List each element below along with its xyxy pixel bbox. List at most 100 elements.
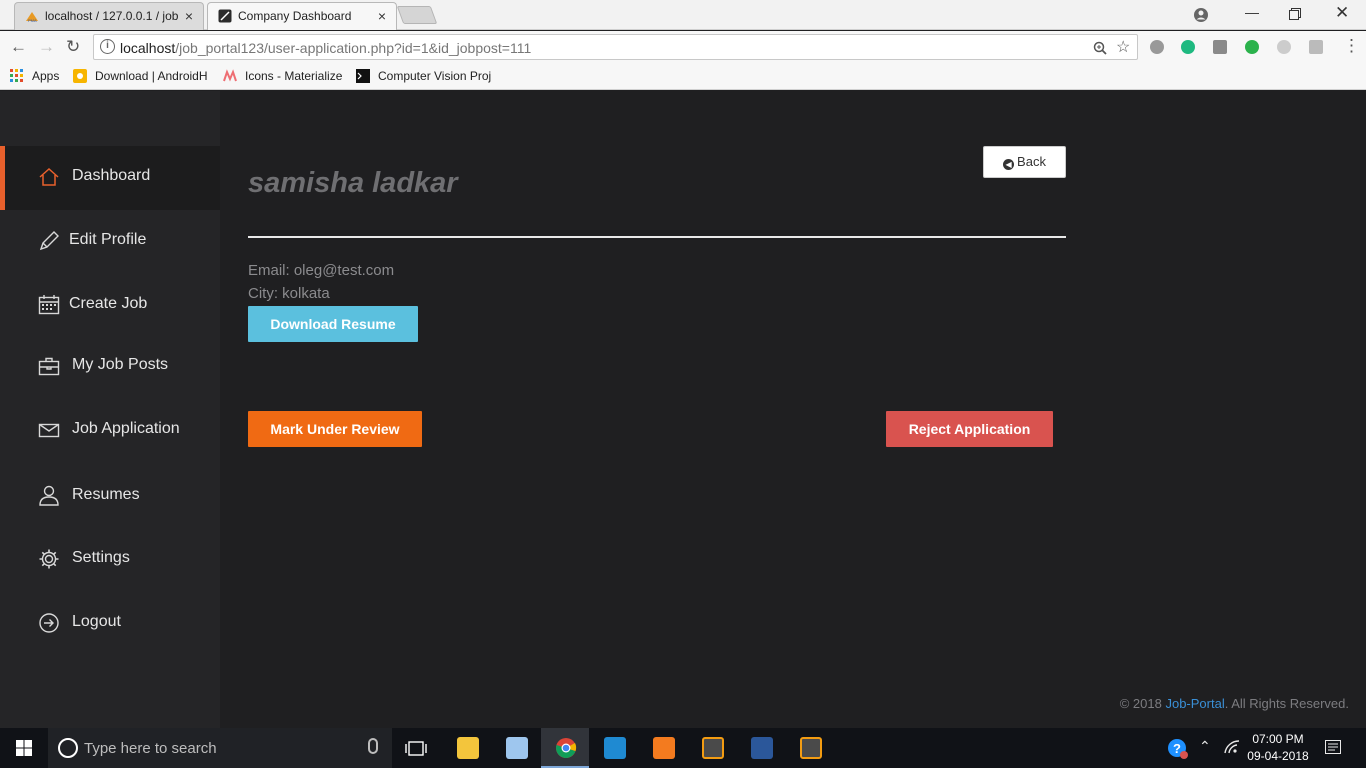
briefcase-icon [38, 357, 60, 376]
back-button[interactable]: ◀ Back [983, 146, 1066, 178]
microphone-icon[interactable] [368, 738, 378, 754]
envelope-icon [38, 423, 60, 438]
wifi-icon[interactable] [1224, 740, 1240, 754]
help-icon[interactable]: ? [1167, 738, 1189, 760]
sidebar-item-logout[interactable]: Logout [0, 592, 220, 656]
pencil-icon [39, 231, 59, 251]
extension-icon[interactable] [1277, 40, 1291, 54]
windows-taskbar: Type here to search ? ⌃ 07:00 PM 09-04-2… [0, 728, 1366, 768]
user-icon [39, 485, 59, 506]
extension-icon[interactable] [1309, 40, 1323, 54]
site-info-icon[interactable]: i [100, 39, 115, 54]
tab-phpmyadmin[interactable]: PMA localhost / 127.0.0.1 / job × [14, 2, 204, 30]
close-tab-icon[interactable]: × [185, 8, 193, 24]
back-button-label: Back [1017, 154, 1046, 169]
svg-text:?: ? [1173, 741, 1181, 756]
androidhive-icon [73, 69, 87, 83]
restore-icon[interactable] [1289, 8, 1301, 20]
taskbar-search-input[interactable]: Type here to search [48, 728, 392, 768]
back-arrow-icon[interactable]: ← [10, 37, 27, 57]
close-tab-icon[interactable]: × [378, 8, 386, 24]
skype-extension-icon[interactable] [1150, 40, 1164, 54]
sidebar-item-resumes[interactable]: Resumes [0, 465, 220, 529]
apps-grid-icon [10, 69, 23, 82]
browser-toolbar: ← → ↻ i localhost/job_portal123/user-app… [0, 31, 1366, 63]
taskbar-word[interactable] [737, 728, 785, 768]
applicant-name: samisha ladkar [248, 167, 458, 199]
mark-under-review-button[interactable]: Mark Under Review [248, 411, 422, 447]
sidebar-item-dashboard[interactable]: Dashboard [0, 146, 220, 210]
main-content: ◀ Back samisha ladkar Email: oleg@test.co… [220, 91, 1366, 728]
bookmark-apps[interactable]: Apps [10, 69, 59, 83]
reload-icon[interactable]: ↻ [66, 37, 80, 57]
taskbar-vscode[interactable] [590, 728, 638, 768]
profile-icon[interactable] [1193, 7, 1209, 23]
download-resume-button[interactable]: Download Resume [248, 306, 418, 342]
sublime-icon [800, 737, 822, 759]
gear-icon [39, 549, 59, 569]
word-icon [751, 737, 773, 759]
sidebar-item-label: Job Application [72, 420, 180, 437]
footer-link[interactable]: Job-Portal [1165, 696, 1224, 711]
sidebar-item-settings[interactable]: Settings [0, 528, 220, 592]
applicant-email: Email: oleg@test.com [248, 262, 395, 279]
notifications-icon[interactable] [1325, 740, 1341, 756]
xampp-icon [653, 737, 675, 759]
sidebar-item-label: Edit Profile [69, 231, 147, 248]
windows-start-icon[interactable] [16, 740, 32, 756]
bookmark-androidhive[interactable]: Download | AndroidH [73, 69, 208, 83]
cube-icon [506, 737, 528, 759]
chevron-up-icon[interactable]: ⌃ [1199, 738, 1211, 755]
url-text: localhost/job_portal123/user-application… [120, 40, 532, 56]
zoom-icon[interactable] [1093, 41, 1107, 55]
sidebar-item-label: Dashboard [72, 167, 151, 184]
folder-icon [457, 737, 479, 759]
new-tab-button[interactable] [396, 6, 438, 24]
bookmark-computer-vision[interactable]: Computer Vision Proj [356, 69, 491, 83]
browser-tab-strip: PMA localhost / 127.0.0.1 / job × Compan… [0, 0, 1366, 30]
page-footer: © 2018 Job-Portal. All Rights Reserved. [1119, 696, 1349, 711]
clock-date: 09-04-2018 [1247, 749, 1309, 763]
taskbar-app[interactable] [492, 728, 540, 768]
svg-text:PMA: PMA [28, 18, 37, 23]
tab-title: Company Dashboard [238, 9, 352, 23]
sidebar-item-label: Settings [72, 549, 130, 566]
taskbar-xampp[interactable] [639, 728, 687, 768]
sidebar-item-edit-profile[interactable]: Edit Profile [0, 210, 220, 274]
tab-title: localhost / 127.0.0.1 / job [45, 9, 179, 23]
reject-application-button[interactable]: Reject Application [886, 411, 1053, 447]
sidebar: Dashboard Edit Profile Create Job My Job… [0, 91, 220, 728]
forward-arrow-icon[interactable]: → [38, 37, 55, 57]
minimize-icon[interactable]: — [1245, 4, 1259, 20]
leaf-icon [218, 9, 232, 23]
phpmyadmin-icon: PMA [26, 12, 38, 23]
taskbar-chrome[interactable] [541, 728, 589, 768]
grammarly-extension-icon[interactable] [1181, 40, 1195, 54]
home-icon [39, 167, 59, 186]
clock-time: 07:00 PM [1252, 732, 1304, 746]
applicant-city: City: kolkata [248, 285, 330, 302]
taskbar-sublime[interactable] [688, 728, 736, 768]
tab-company-dashboard[interactable]: Company Dashboard × [207, 2, 397, 30]
sidebar-item-label: My Job Posts [72, 356, 169, 373]
sidebar-item-job-application[interactable]: Job Application [0, 399, 220, 463]
close-window-icon[interactable]: ✕ [1335, 3, 1349, 23]
address-bar[interactable]: i localhost/job_portal123/user-applicati… [93, 34, 1138, 60]
sidebar-item-create-job[interactable]: Create Job [0, 274, 220, 338]
materialize-icon [223, 69, 237, 82]
extension-icon[interactable] [1245, 40, 1259, 54]
bookmarks-bar: Apps Download | AndroidH Icons - Materia… [0, 63, 1366, 90]
taskbar-sublime-2[interactable] [786, 728, 834, 768]
bookmark-star-icon[interactable]: ☆ [1116, 37, 1130, 57]
system-clock[interactable]: 07:00 PM 09-04-2018 [1244, 731, 1312, 765]
sidebar-item-label: Resumes [72, 486, 140, 503]
extension-icon[interactable] [1213, 40, 1227, 54]
sidebar-item-my-job-posts[interactable]: My Job Posts [0, 335, 220, 399]
taskbar-file-explorer[interactable] [443, 728, 491, 768]
cortana-icon [58, 738, 78, 758]
chrome-menu-icon[interactable]: ⋮ [1343, 36, 1360, 56]
calendar-icon [38, 295, 60, 315]
task-view-icon[interactable] [405, 741, 427, 756]
sidebar-item-label: Logout [72, 613, 121, 630]
bookmark-materialize[interactable]: Icons - Materialize [223, 69, 342, 83]
